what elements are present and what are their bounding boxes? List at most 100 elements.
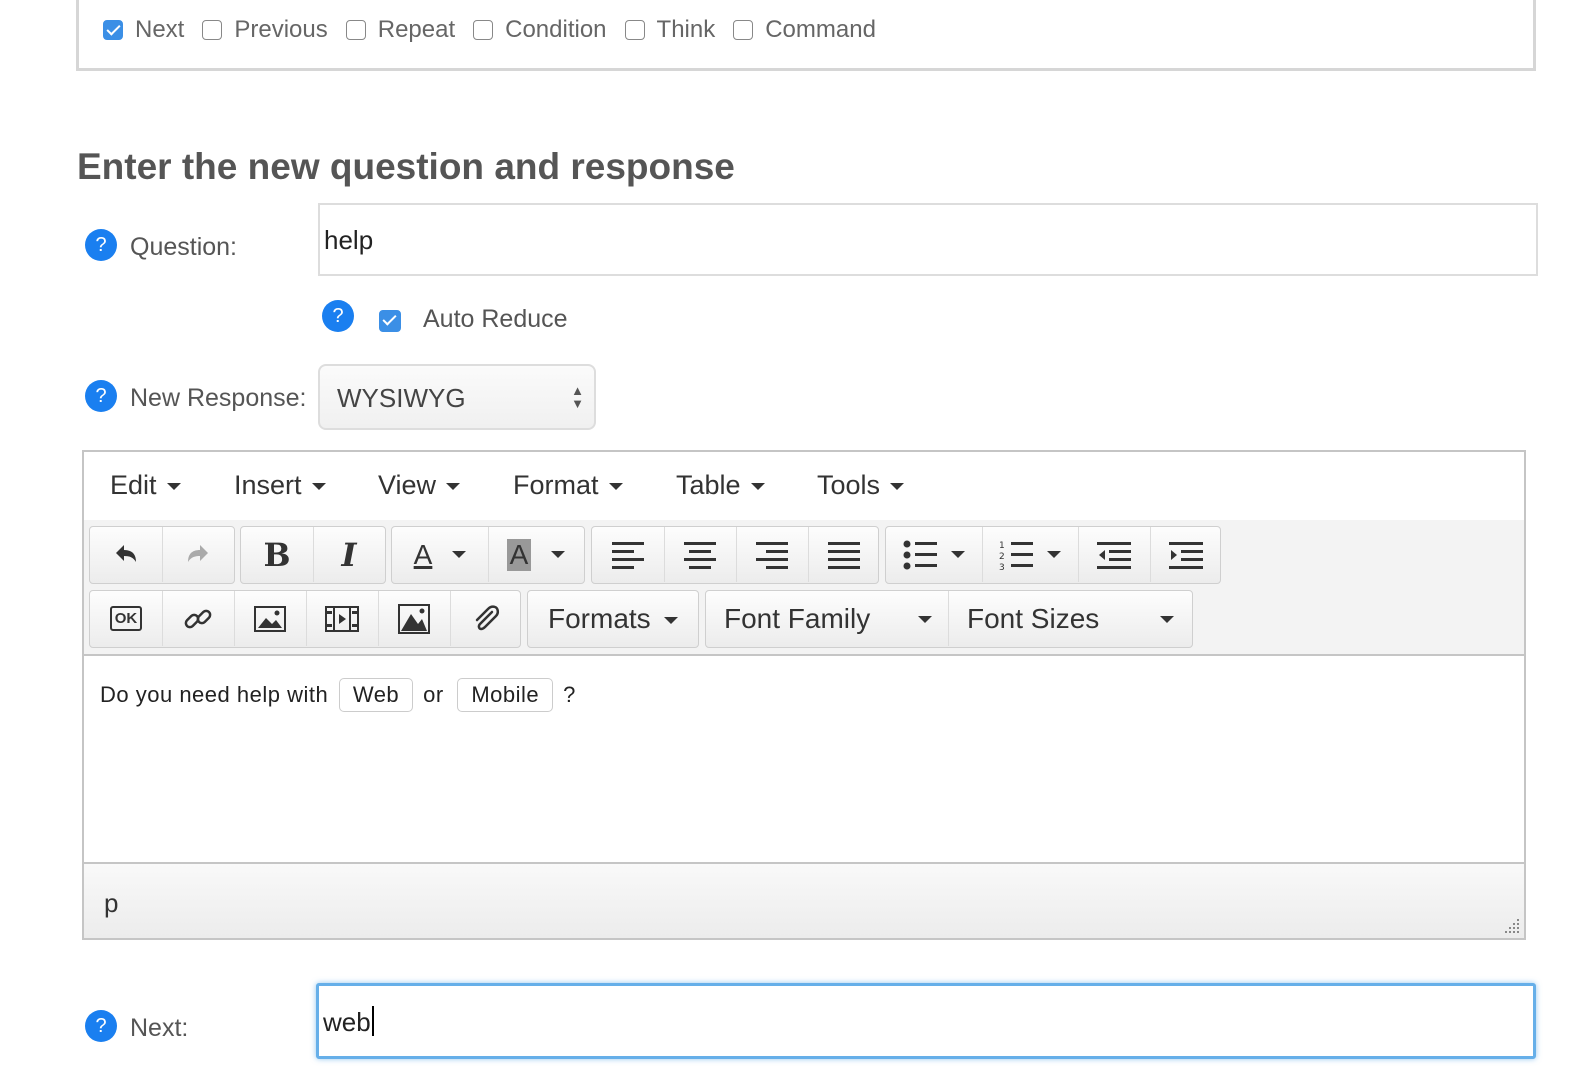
film-icon — [325, 605, 359, 632]
image-button[interactable] — [234, 591, 307, 646]
link-button[interactable] — [162, 591, 235, 646]
formats-dropdown[interactable]: Formats — [527, 590, 699, 648]
color-group: A A — [391, 526, 585, 584]
menu-view-label: View — [378, 470, 437, 500]
ok-icon: OK — [109, 606, 143, 631]
response-type-row: Next Previous Repeat Condition Think Com… — [103, 16, 894, 44]
bg-color-icon: A — [506, 538, 532, 571]
menu-table[interactable]: Table — [676, 470, 765, 501]
new-response-label: New Response: — [130, 384, 307, 412]
repeat-checkbox[interactable] — [345, 20, 366, 40]
element-path[interactable]: p — [104, 888, 118, 919]
bold-button[interactable]: B — [241, 527, 314, 582]
content-text: ? — [563, 682, 576, 707]
link-icon — [184, 609, 212, 628]
check-command[interactable]: Command — [733, 16, 876, 44]
resize-handle-icon[interactable] — [1502, 916, 1520, 934]
check-condition[interactable]: Condition — [473, 16, 607, 44]
formats-label: Formats — [548, 603, 651, 634]
align-justify-icon — [828, 541, 860, 569]
mobile-option-button[interactable]: Mobile — [457, 678, 554, 712]
align-group — [591, 526, 879, 584]
think-checkbox[interactable] — [624, 20, 645, 40]
condition-check-label: Condition — [505, 16, 607, 43]
next-checkbox[interactable] — [103, 20, 123, 40]
align-justify-button[interactable] — [808, 527, 880, 582]
align-left-button[interactable] — [592, 527, 665, 582]
response-type-value: WYSIWYG — [337, 383, 466, 413]
check-think[interactable]: Think — [624, 16, 715, 44]
font-group: Font Family Font Sizes — [705, 590, 1193, 648]
menu-view[interactable]: View — [378, 470, 461, 501]
insert-group: OK — [89, 590, 521, 648]
ok-button[interactable]: OK — [90, 591, 163, 646]
question-label: Question: — [130, 233, 238, 261]
new-response-help-icon[interactable]: ? — [85, 380, 117, 412]
menu-format-label: Format — [513, 470, 599, 500]
question-help-icon[interactable]: ? — [85, 229, 117, 261]
menu-tools[interactable]: Tools — [817, 470, 905, 501]
redo-button[interactable] — [162, 527, 234, 582]
chevron-down-icon — [1047, 551, 1061, 558]
bullet-list-button[interactable] — [886, 527, 983, 582]
chevron-down-icon — [608, 483, 623, 491]
history-group — [89, 526, 235, 584]
auto-reduce-help-icon[interactable]: ? — [322, 300, 354, 332]
chevron-down-icon — [890, 483, 905, 491]
chevron-down-icon — [951, 551, 965, 558]
bg-color-button[interactable]: A — [488, 527, 584, 582]
response-type-select[interactable]: WYSIWYG ▲ ▼ — [318, 364, 596, 430]
check-repeat[interactable]: Repeat — [345, 16, 456, 44]
repeat-check-label: Repeat — [377, 16, 456, 43]
insert-image-button[interactable] — [378, 591, 451, 646]
text-cursor — [371, 1006, 374, 1036]
next-help-icon[interactable]: ? — [85, 1010, 117, 1042]
attachment-button[interactable] — [450, 591, 522, 646]
media-button[interactable] — [306, 591, 379, 646]
picture-icon — [398, 603, 430, 634]
chevron-down-icon — [452, 551, 467, 558]
font-color-icon: A — [413, 538, 433, 570]
menu-edit[interactable]: Edit — [110, 470, 181, 501]
web-option-button[interactable]: Web — [338, 678, 414, 712]
font-family-dropdown[interactable]: Font Family — [706, 591, 949, 646]
previous-checkbox[interactable] — [202, 20, 223, 40]
chevron-down-icon — [311, 483, 326, 491]
menu-insert[interactable]: Insert — [234, 470, 326, 501]
indent-icon — [1169, 541, 1203, 569]
outdent-button[interactable] — [1078, 527, 1151, 582]
align-right-button[interactable] — [736, 527, 809, 582]
font-sizes-dropdown[interactable]: Font Sizes — [948, 591, 1192, 646]
editor-content[interactable]: Do you need help with Web or Mobile? — [84, 656, 1524, 866]
svg-text:2: 2 — [999, 552, 1005, 562]
chevron-down-icon — [918, 616, 932, 623]
command-checkbox[interactable] — [733, 20, 754, 40]
outdent-icon — [1097, 541, 1131, 569]
image-icon — [254, 605, 286, 632]
check-previous[interactable]: Previous — [202, 16, 328, 44]
undo-button[interactable] — [90, 527, 163, 582]
font-family-label: Font Family — [724, 602, 871, 634]
align-center-button[interactable] — [664, 527, 737, 582]
wysiwyg-editor: Edit Insert View Format Table Tools B I … — [82, 450, 1526, 940]
italic-button[interactable]: I — [313, 527, 385, 582]
next-label: Next: — [130, 1014, 189, 1042]
font-color-button[interactable]: A — [392, 527, 489, 582]
indent-button[interactable] — [1150, 527, 1222, 582]
menu-format[interactable]: Format — [513, 470, 623, 501]
undo-icon — [116, 544, 136, 562]
numbered-list-button[interactable]: 123 — [982, 527, 1079, 582]
next-check-label: Next — [135, 16, 185, 43]
align-center-icon — [684, 541, 716, 569]
text-style-group: B I — [240, 526, 386, 584]
list-group: 123 — [885, 526, 1221, 584]
next-input[interactable]: web — [316, 983, 1536, 1059]
auto-reduce-checkbox[interactable] — [379, 310, 401, 332]
condition-checkbox[interactable] — [473, 20, 494, 40]
question-input[interactable]: help — [318, 203, 1538, 276]
command-check-label: Command — [765, 16, 876, 43]
svg-text:1: 1 — [999, 541, 1005, 551]
chevron-down-icon — [664, 617, 678, 624]
page-heading: Enter the new question and response — [77, 146, 735, 187]
check-next[interactable]: Next — [103, 16, 184, 44]
